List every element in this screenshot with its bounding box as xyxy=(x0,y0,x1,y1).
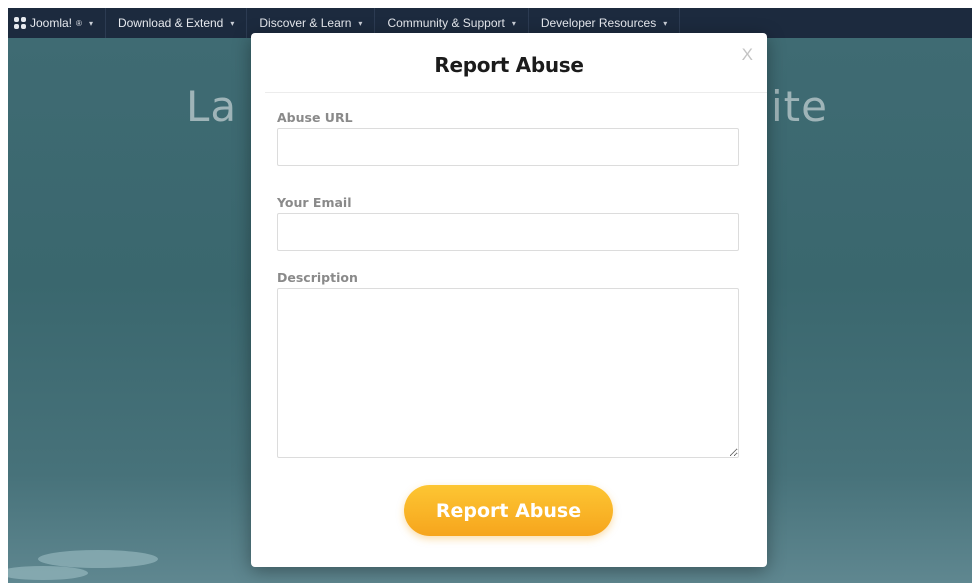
email-label: Your Email xyxy=(277,195,352,210)
chevron-down-icon: ▾ xyxy=(663,18,668,28)
chevron-down-icon: ▾ xyxy=(88,18,93,28)
email-input[interactable] xyxy=(277,213,739,251)
nav-download-extend[interactable]: Download & Extend ▾ xyxy=(106,8,248,38)
registered-mark: ® xyxy=(76,18,82,28)
nav-label: Discover & Learn xyxy=(259,16,352,30)
decorative-blob xyxy=(8,566,88,580)
chevron-down-icon: ▾ xyxy=(358,18,363,28)
joomla-brand-menu[interactable]: Joomla! ® ▾ xyxy=(8,8,106,38)
abuse-url-label: Abuse URL xyxy=(277,110,353,125)
chevron-down-icon: ▾ xyxy=(230,18,235,28)
report-abuse-modal: X Report Abuse Abuse URL Your Email Desc… xyxy=(251,33,767,567)
hero-title-left: La xyxy=(186,82,238,131)
divider xyxy=(265,92,767,93)
description-textarea[interactable] xyxy=(277,288,739,458)
joomla-logo-icon xyxy=(14,17,26,29)
nav-label: Community & Support xyxy=(387,16,505,30)
chevron-down-icon: ▾ xyxy=(511,18,516,28)
nav-label: Developer Resources xyxy=(540,16,657,30)
abuse-url-input[interactable] xyxy=(277,128,739,166)
decorative-blob xyxy=(38,550,158,568)
hero-title-right: ite xyxy=(771,82,828,131)
brand-label: Joomla! xyxy=(30,16,73,30)
description-label: Description xyxy=(277,270,358,285)
nav-label: Download & Extend xyxy=(117,16,224,30)
report-abuse-button[interactable]: Report Abuse xyxy=(404,485,613,536)
modal-title: Report Abuse xyxy=(434,53,584,77)
